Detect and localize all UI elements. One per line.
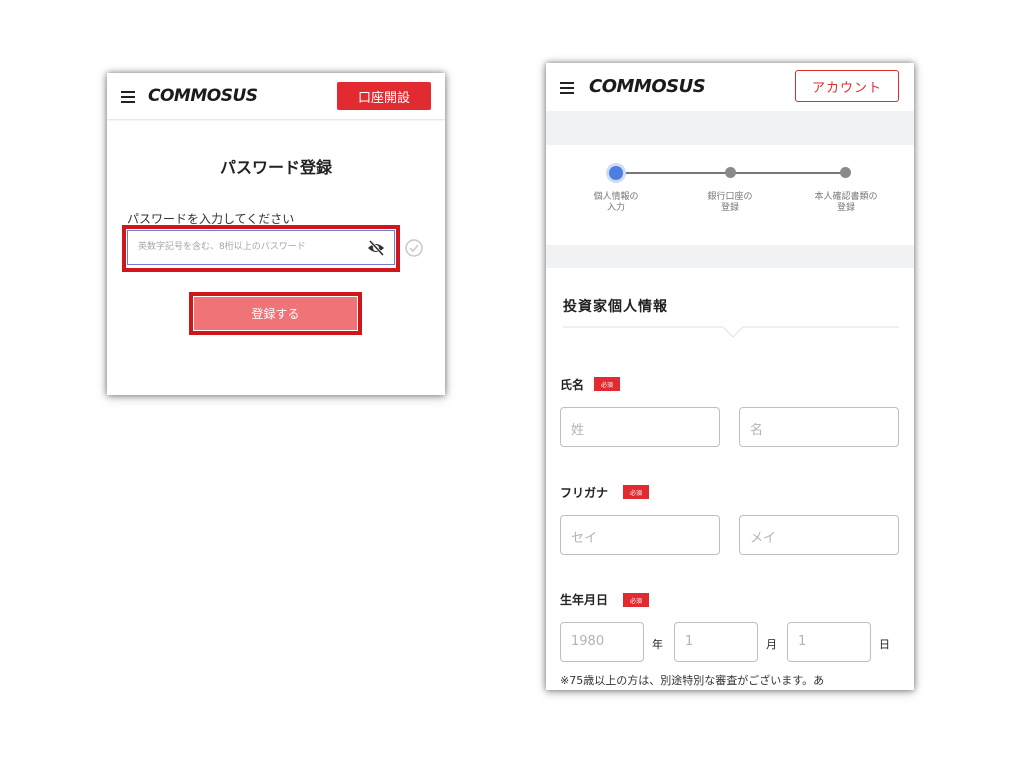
check-circle-icon	[405, 239, 423, 257]
required-badge: 必須	[594, 377, 620, 391]
year-unit: 年	[652, 638, 663, 651]
open-account-button[interactable]: 口座開設	[337, 82, 431, 110]
step-label-id-documents: 本人確認書類の 登録	[814, 192, 878, 213]
eye-off-icon[interactable]	[366, 239, 386, 257]
gray-divider	[546, 245, 914, 268]
hamburger-icon[interactable]	[560, 82, 574, 94]
register-button[interactable]: 登録する	[194, 297, 357, 330]
step-connector	[731, 172, 846, 174]
password-input[interactable]: 英数字記号を含む、8桁以上のパスワード	[127, 230, 395, 265]
account-button[interactable]: アカウント	[795, 70, 899, 102]
top-header: COMMOSUS アカウント	[546, 63, 914, 111]
brand-logo[interactable]: COMMOSUS	[148, 86, 258, 106]
first-name-kana-input[interactable]: メイ	[739, 515, 899, 555]
month-unit: 月	[766, 638, 777, 651]
last-name-input[interactable]: 姓	[560, 407, 720, 447]
gray-divider	[546, 111, 914, 145]
step-dot	[840, 167, 851, 178]
password-placeholder: 英数字記号を含む、8桁以上のパスワード	[138, 242, 306, 252]
password-registration-screen: COMMOSUS 口座開設 パスワード登録 パスワードを入力してください 英数字…	[107, 73, 445, 395]
required-badge: 必須	[623, 485, 649, 499]
section-divider	[563, 326, 899, 338]
step-connector	[618, 172, 731, 174]
hamburger-icon[interactable]	[121, 91, 135, 103]
required-badge: 必須	[623, 593, 649, 607]
step-dot-active	[609, 166, 623, 180]
step-label-personal-info: 個人情報の 入力	[593, 192, 639, 213]
last-name-kana-input[interactable]: セイ	[560, 515, 720, 555]
birth-month-input[interactable]: 1	[674, 622, 758, 662]
birthdate-label: 生年月日	[560, 593, 609, 607]
birth-year-input[interactable]: 1980	[560, 622, 644, 662]
step-dot	[725, 167, 736, 178]
step-label-bank-account: 銀行口座の 登録	[707, 192, 753, 213]
brand-logo[interactable]: COMMOSUS	[589, 76, 706, 97]
name-label: 氏名	[560, 378, 585, 392]
furigana-label: フリガナ	[560, 486, 609, 500]
investor-info-screen: COMMOSUS アカウント 個人情報の 入力 銀行口座の 登録 本人確認書類の…	[546, 63, 914, 690]
top-header: COMMOSUS 口座開設	[107, 73, 445, 119]
first-name-input[interactable]: 名	[739, 407, 899, 447]
age-note: ※75歳以上の方は、別途特別な審査がございます。あ	[560, 674, 825, 687]
page-title: パスワード登録	[219, 158, 332, 177]
birth-day-input[interactable]: 1	[787, 622, 871, 662]
day-unit: 日	[879, 638, 890, 651]
section-title: 投資家個人情報	[563, 299, 668, 315]
